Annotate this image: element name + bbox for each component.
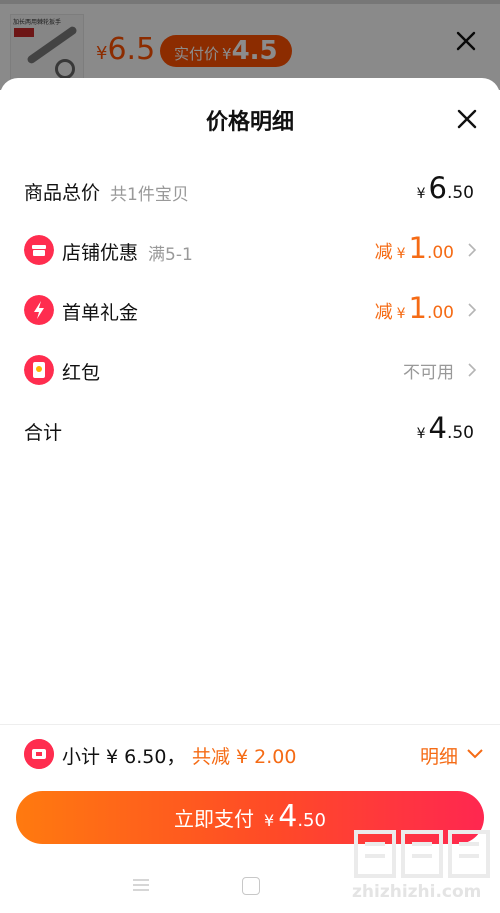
- row-sublabel: 共1件宝贝: [110, 185, 189, 205]
- discount-prefix: 减: [374, 302, 393, 323]
- currency-symbol: ¥: [264, 811, 275, 830]
- chevron-down-icon[interactable]: [466, 746, 484, 760]
- red-packet-icon: [24, 355, 54, 385]
- row-sublabel: 满5-1: [148, 245, 193, 265]
- amount-decimal: .00: [426, 303, 454, 323]
- amount-integer: 1: [408, 291, 427, 325]
- currency-symbol: ¥: [416, 186, 426, 202]
- chevron-right-icon: [468, 363, 477, 377]
- amount-decimal: .50: [446, 423, 474, 443]
- amount-decimal: .00: [426, 243, 454, 263]
- row-label: 合计: [24, 422, 63, 444]
- pay-amount-integer: 4: [278, 799, 298, 834]
- details-toggle[interactable]: 明细: [420, 742, 458, 769]
- row-label: 商品总价: [24, 182, 101, 204]
- row-label: 店铺优惠: [62, 242, 139, 264]
- amount-integer: 6: [428, 171, 447, 205]
- lightning-icon: [24, 295, 54, 325]
- ticket-icon: [24, 739, 54, 769]
- subtotal-bar: 小计 ¥ 6.50， 共减 ¥ 2.00 明细: [0, 730, 500, 776]
- chevron-right-icon: [468, 303, 477, 317]
- currency-symbol: ¥: [416, 426, 426, 442]
- row-label: 红包: [62, 362, 101, 384]
- home-icon[interactable]: [242, 877, 260, 895]
- watermark-text: zhizhizhi.com: [352, 882, 482, 902]
- amount-integer: 1: [408, 231, 427, 265]
- product-bar: 加长两用棘轮扳手 ¥6.5 实付价 ¥ 4.5: [0, 0, 500, 90]
- chevron-right-icon: [468, 243, 477, 257]
- savings-text: 共减 ¥ 2.00: [192, 746, 297, 768]
- row-amount: ¥6.50: [417, 171, 474, 205]
- red-packet-row[interactable]: 红包 不可用: [0, 345, 500, 395]
- divider: [0, 724, 500, 725]
- subtotal-text: 小计 ¥ 6.50，: [62, 746, 186, 768]
- discount-prefix: 减: [374, 242, 393, 263]
- total-row: 合计 ¥4.50: [0, 405, 500, 455]
- row-amount: 减 ¥1.00: [375, 291, 454, 325]
- shop-discount-row[interactable]: 店铺优惠 满5-1 减 ¥1.00: [0, 225, 500, 275]
- currency-symbol: ¥: [396, 246, 406, 262]
- pay-amount-decimal: .50: [297, 810, 326, 831]
- pay-button-label: 立即支付: [174, 807, 255, 831]
- close-icon[interactable]: [453, 105, 481, 133]
- amount-decimal: .50: [446, 183, 474, 203]
- row-label: 首单礼金: [62, 302, 139, 324]
- amount-integer: 4: [428, 411, 447, 445]
- shop-icon: [24, 235, 54, 265]
- overlay-dim: [0, 0, 500, 90]
- row-amount: ¥4.50: [417, 411, 474, 445]
- price-detail-sheet: 价格明细 商品总价 共1件宝贝 ¥6.50 店铺优惠 满5-1 减¥1.00: [0, 78, 500, 913]
- total-goods-price-row: 商品总价 共1件宝贝 ¥6.50: [0, 165, 500, 215]
- currency-symbol: ¥: [396, 306, 406, 322]
- sheet-title: 价格明细: [205, 110, 294, 135]
- menu-icon[interactable]: [132, 878, 150, 892]
- row-status: 不可用: [403, 363, 454, 383]
- first-order-gift-row[interactable]: 首单礼金 减 ¥1.00: [0, 285, 500, 335]
- row-amount: 减 ¥1.00: [375, 231, 454, 265]
